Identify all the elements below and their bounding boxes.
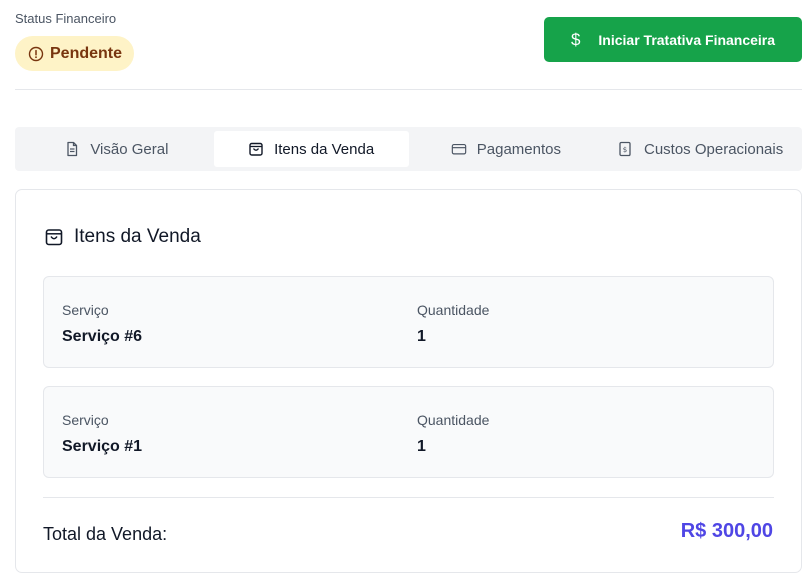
quantity-label: Quantidade [417, 302, 490, 318]
quantity-value: 1 [417, 328, 426, 345]
tab-payments-label: Pagamentos [476, 140, 561, 158]
quantity-label: Quantidade [417, 412, 490, 428]
status-badge: Pendente [15, 36, 135, 71]
sale-items-card: Itens da Venda Serviço Serviço #6 Quanti… [15, 189, 802, 573]
file-text-icon [64, 141, 80, 157]
svg-text:$: $ [623, 146, 627, 154]
header-divider [15, 89, 802, 90]
shopping-bag-icon [248, 141, 264, 157]
tab-payments[interactable]: Pagamentos [409, 131, 604, 167]
tab-operational-costs-label: Custos Operacionais [644, 140, 784, 158]
credit-card-icon [451, 141, 467, 157]
status-label: Status Financeiro [15, 11, 117, 26]
service-value: Serviço #6 [62, 328, 143, 345]
tab-sale-items-label: Itens da Venda [274, 140, 375, 158]
tab-sale-items[interactable]: Itens da Venda [213, 131, 409, 167]
status-badge-text: Pendente [50, 44, 123, 62]
tab-operational-costs[interactable]: $ Custos Operacionais [603, 131, 798, 167]
card-header: Itens da Venda [44, 226, 201, 248]
receipt-icon: $ [618, 141, 634, 157]
service-label: Serviço [62, 412, 109, 428]
tab-overview[interactable]: Visão Geral [19, 131, 214, 167]
shopping-bag-icon [44, 227, 64, 247]
dollar-icon: $ [570, 29, 581, 49]
service-value: Serviço #1 [62, 438, 143, 455]
tab-bar: Visão Geral Itens da Venda Pagamentos $ … [15, 127, 802, 171]
start-financial-treatment-button[interactable]: $ Iniciar Tratativa Financeira [544, 17, 802, 62]
quantity-value: 1 [417, 438, 426, 455]
tab-overview-label: Visão Geral [90, 140, 169, 158]
alert-circle-icon [28, 46, 44, 62]
total-value: R$ 300,00 [680, 520, 773, 542]
start-financial-treatment-label: Iniciar Tratativa Financeira [598, 31, 776, 48]
total-label: Total da Venda: [43, 524, 168, 544]
total-divider [43, 497, 774, 498]
list-item: Serviço Serviço #6 Quantidade 1 [43, 276, 774, 368]
service-label: Serviço [62, 302, 109, 318]
card-title: Itens da Venda [74, 226, 201, 247]
list-item: Serviço Serviço #1 Quantidade 1 [43, 386, 774, 478]
